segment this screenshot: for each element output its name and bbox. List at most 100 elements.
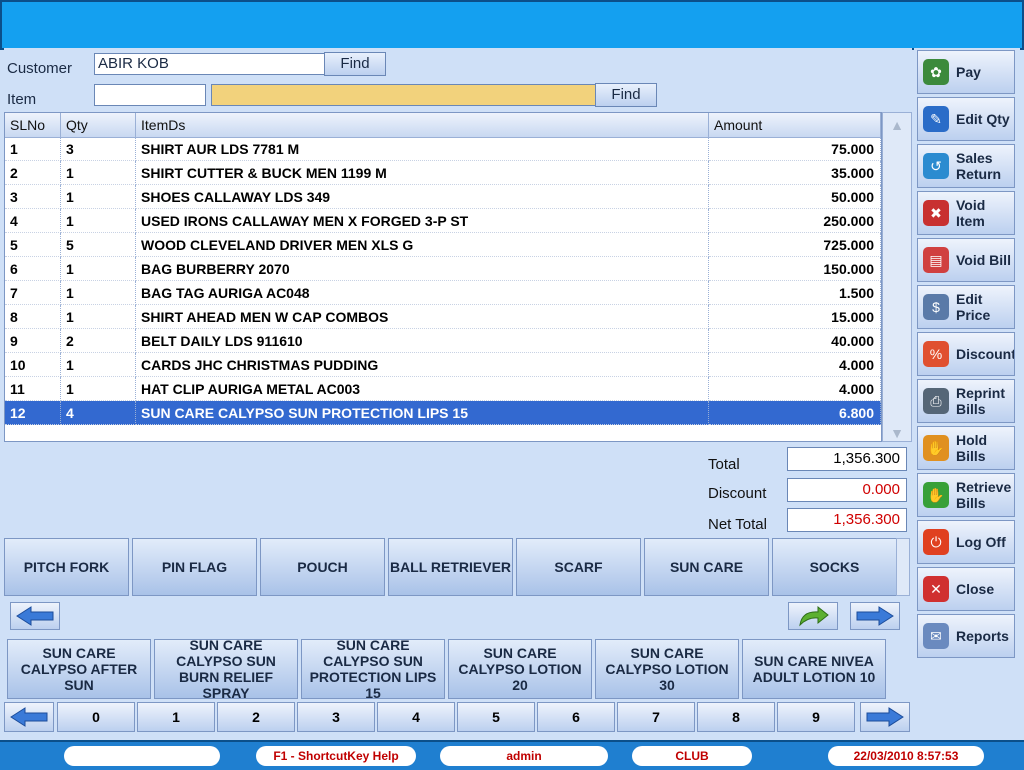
digit-button[interactable]: 5 [457,702,535,732]
action-label: Retrieve Bills [956,479,1012,511]
hold-bills-button[interactable]: ✋ Hold Bills [917,426,1015,470]
total-label: Total [708,456,740,473]
category-scrollbar[interactable] [896,538,910,596]
header-slno: SLNo [5,113,61,137]
find-item-button[interactable]: Find [595,83,657,107]
status-user: admin [440,746,608,766]
category-next-button[interactable] [850,602,900,630]
cell-qty: 5 [61,233,136,257]
digit-button[interactable]: 2 [217,702,295,732]
edit-qty-button[interactable]: ✎ Edit Qty [917,97,1015,141]
action-label: Void Bill [956,252,1011,268]
category-button[interactable]: SOCKS [772,538,897,596]
discount-icon: % [923,341,949,367]
void-bill-button[interactable]: ▤ Void Bill [917,238,1015,282]
cell-slno: 4 [5,209,61,233]
arrow-right-icon [866,707,904,727]
sales-return-button[interactable]: ↺ Sales Return [917,144,1015,188]
digit-button[interactable]: 6 [537,702,615,732]
cell-amount: 50.000 [709,185,881,209]
digit-button[interactable]: 3 [297,702,375,732]
table-row[interactable]: 6 1 BAG BURBERRY 2070 150.000 [5,257,881,281]
digit-button[interactable]: 9 [777,702,855,732]
cell-amount: 725.000 [709,233,881,257]
cell-amount: 40.000 [709,329,881,353]
category-button[interactable]: SUN CARE [644,538,769,596]
cell-slno: 12 [5,401,61,425]
action-label: Close [956,581,995,597]
item-code-input[interactable] [94,84,206,106]
category-button[interactable]: BALL RETRIEVER [388,538,513,596]
status-location: CLUB [632,746,752,766]
cell-amount: 1.500 [709,281,881,305]
item-search-input[interactable] [211,84,597,106]
product-button[interactable]: SUN CARE CALYPSO LOTION 30 [595,639,739,699]
hold-hand-icon: ✋ [923,435,949,461]
find-customer-button[interactable]: Find [324,52,386,76]
category-prev-button[interactable] [10,602,60,630]
cell-itemds: HAT CLIP AURIGA METAL AC003 [136,377,709,401]
reprint-bills-button[interactable]: ⎙ Reprint Bills [917,379,1015,423]
table-row[interactable]: 9 2 BELT DAILY LDS 911610 40.000 [5,329,881,353]
product-button[interactable]: SUN CARE CALYPSO SUN BURN RELIEF SPRAY [154,639,298,699]
header-amount: Amount [709,113,881,137]
pay-button[interactable]: ✿ Pay [917,50,1015,94]
reports-button[interactable]: ✉ Reports [917,614,1015,658]
items-grid[interactable]: SLNo Qty ItemDs Amount 1 3 SHIRT AUR LDS 7… [4,112,882,442]
arrow-left-icon [10,707,48,727]
cell-qty: 4 [61,401,136,425]
category-button[interactable]: PITCH FORK [4,538,129,596]
cell-amount: 15.000 [709,305,881,329]
product-button[interactable]: SUN CARE CALYPSO AFTER SUN [7,639,151,699]
table-row[interactable]: 10 1 CARDS JHC CHRISTMAS PUDDING 4.000 [5,353,881,377]
table-row[interactable]: 11 1 HAT CLIP AURIGA METAL AC003 4.000 [5,377,881,401]
digit-button[interactable]: 7 [617,702,695,732]
digits-next-button[interactable] [860,702,910,732]
category-button[interactable]: POUCH [260,538,385,596]
scroll-down-icon[interactable]: ▼ [889,425,905,441]
curved-arrow-icon [799,605,829,627]
category-button[interactable]: PIN FLAG [132,538,257,596]
table-row[interactable]: 8 1 SHIRT AHEAD MEN W CAP COMBOS 15.000 [5,305,881,329]
net-total-value: 1,356.300 [787,508,907,532]
customer-input[interactable]: ABIR KOB [94,53,326,75]
table-row[interactable]: 5 5 WOOD CLEVELAND DRIVER MEN XLS G 725.000 [5,233,881,257]
cell-qty: 1 [61,281,136,305]
arrow-right-icon [856,606,894,626]
edit-price-icon: $ [923,294,949,320]
discount-button[interactable]: % Discount [917,332,1015,376]
action-label: Void Item [956,197,986,229]
enter-button[interactable] [788,602,838,630]
scroll-up-icon[interactable]: ▲ [889,117,905,133]
table-row[interactable]: 2 1 SHIRT CUTTER & BUCK MEN 1199 M 35.000 [5,161,881,185]
table-row[interactable]: 4 1 USED IRONS CALLAWAY MEN X FORGED 3-P S… [5,209,881,233]
category-button[interactable]: SCARF [516,538,641,596]
action-label: Sales Return [956,150,1002,182]
printer-icon: ⎙ [923,388,949,414]
product-button[interactable]: SUN CARE CALYPSO SUN PROTECTION LIPS 15 [301,639,445,699]
void-item-button[interactable]: ✖ Void Item [917,191,1015,235]
cell-itemds: BAG BURBERRY 2070 [136,257,709,281]
digit-button[interactable]: 1 [137,702,215,732]
action-label: Reprint Bills [956,385,1005,417]
cell-slno: 2 [5,161,61,185]
digit-button[interactable]: 0 [57,702,135,732]
grid-header: SLNo Qty ItemDs Amount [5,113,881,138]
digit-button[interactable]: 4 [377,702,455,732]
digit-button[interactable]: 8 [697,702,775,732]
table-row[interactable]: 12 4 SUN CARE CALYPSO SUN PROTECTION LIPS … [5,401,881,425]
cell-itemds: SUN CARE CALYPSO SUN PROTECTION LIPS 15 [136,401,709,425]
table-row[interactable]: 1 3 SHIRT AUR LDS 7781 M 75.000 [5,137,881,161]
table-row[interactable]: 3 1 SHOES CALLAWAY LDS 349 50.000 [5,185,881,209]
digits-prev-button[interactable] [4,702,54,732]
log-off-button[interactable]: ⏻ Log Off [917,520,1015,564]
table-row[interactable]: 7 1 BAG TAG AURIGA AC048 1.500 [5,281,881,305]
cell-qty: 1 [61,257,136,281]
close-button[interactable]: ✕ Close [917,567,1015,611]
grid-scrollbar[interactable]: ▲ ▼ [882,112,912,442]
retrieve-bills-button[interactable]: ✋ Retrieve Bills [917,473,1015,517]
product-button[interactable]: SUN CARE CALYPSO LOTION 20 [448,639,592,699]
product-button[interactable]: SUN CARE NIVEA ADULT LOTION 10 [742,639,886,699]
edit-price-button[interactable]: $ Edit Price [917,285,1015,329]
main-panel: Customer ABIR KOB Find Item Find SLNo Qt… [4,48,912,738]
